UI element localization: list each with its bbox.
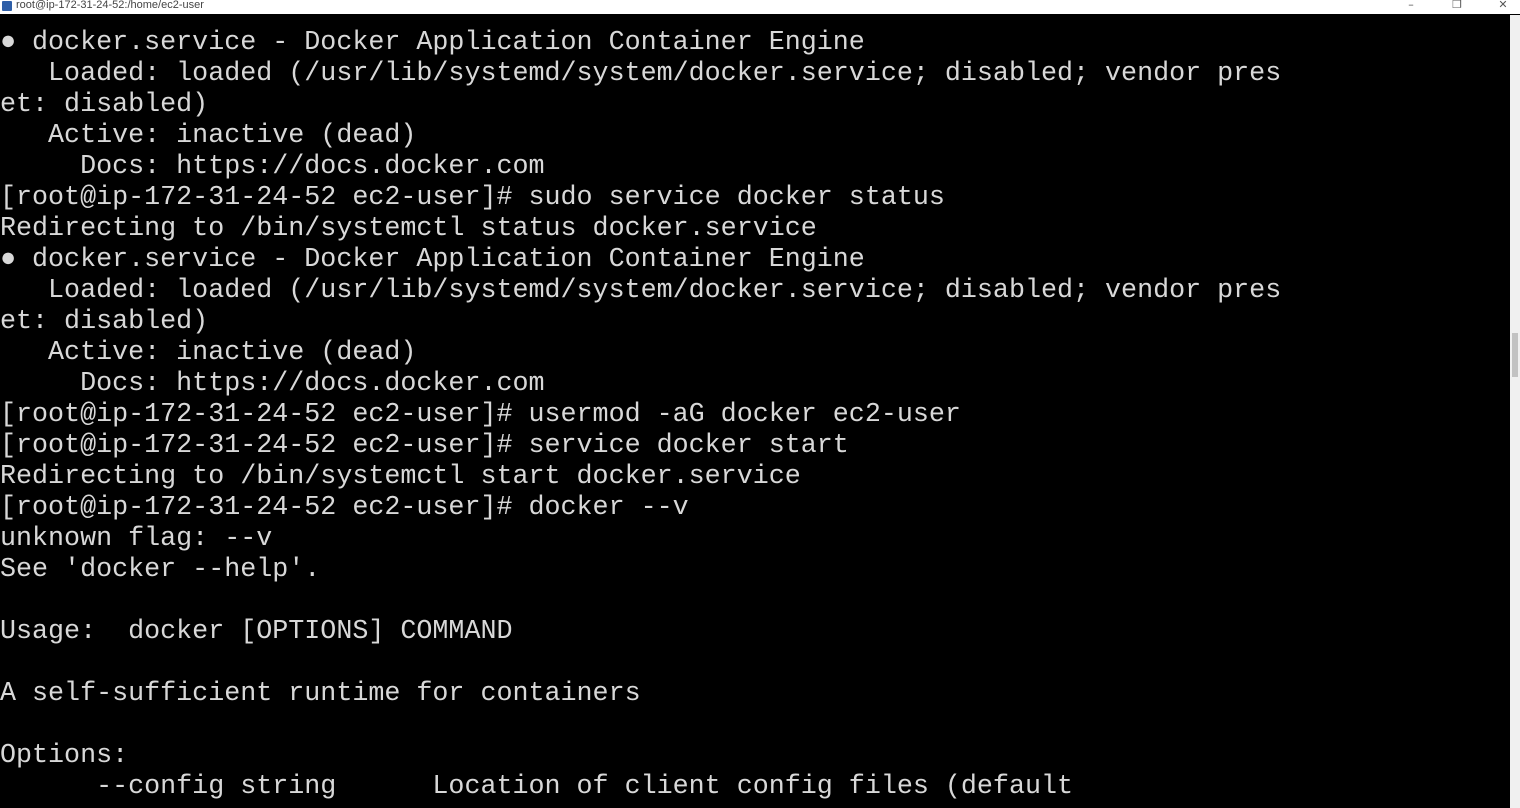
terminal-output[interactable]: ● docker.service - Docker Application Co…	[0, 15, 1510, 808]
terminal-line: --config string Location of client confi…	[0, 772, 1074, 802]
terminal-line: Docs: https://docs.docker.com	[0, 369, 545, 399]
terminal-line: Active: inactive (dead)	[0, 121, 417, 151]
terminal-line: Options:	[0, 741, 129, 771]
terminal-line: A self-sufficient runtime for containers	[0, 679, 641, 709]
terminal-line: Loaded: loaded (/usr/lib/systemd/system/…	[0, 59, 1282, 89]
terminal-line: Redirecting to /bin/systemctl start dock…	[0, 462, 801, 492]
window-title: root@ip-172-31-24-52:/home/ec2-user	[16, 0, 204, 11]
terminal-line: Loaded: loaded (/usr/lib/systemd/system/…	[0, 276, 1282, 306]
restore-icon[interactable]: ❐	[1434, 0, 1480, 14]
terminal-app-icon	[2, 1, 12, 11]
terminal-line: Usage: docker [OPTIONS] COMMAND	[0, 617, 513, 647]
terminal-line: et: disabled)	[0, 307, 209, 337]
terminal-line: ● docker.service - Docker Application Co…	[0, 245, 865, 275]
terminal-line: Docs: https://docs.docker.com	[0, 152, 545, 182]
terminal-line: Active: inactive (dead)	[0, 338, 417, 368]
title-bar[interactable]: root@ip-172-31-24-52:/home/ec2-user – ❐ …	[0, 0, 1520, 14]
terminal-window: root@ip-172-31-24-52:/home/ec2-user – ❐ …	[0, 0, 1520, 808]
minimize-icon[interactable]: –	[1388, 0, 1434, 14]
terminal-line: et: disabled)	[0, 90, 209, 120]
close-icon[interactable]: ✕	[1480, 0, 1520, 14]
terminal-line: [root@ip-172-31-24-52 ec2-user]# docker …	[0, 493, 689, 523]
terminal-line: [root@ip-172-31-24-52 ec2-user]# service…	[0, 431, 849, 461]
terminal-line: See 'docker --help'.	[0, 555, 321, 585]
vertical-scrollbar[interactable]	[1510, 15, 1520, 808]
terminal-line: Redirecting to /bin/systemctl status doc…	[0, 214, 817, 244]
scrollbar-thumb[interactable]	[1512, 333, 1518, 377]
terminal-line: unknown flag: --v	[0, 524, 273, 554]
terminal-line: [root@ip-172-31-24-52 ec2-user]# sudo se…	[0, 183, 945, 213]
terminal-line: ● docker.service - Docker Application Co…	[0, 28, 865, 58]
terminal-line: [root@ip-172-31-24-52 ec2-user]# usermod…	[0, 400, 961, 430]
